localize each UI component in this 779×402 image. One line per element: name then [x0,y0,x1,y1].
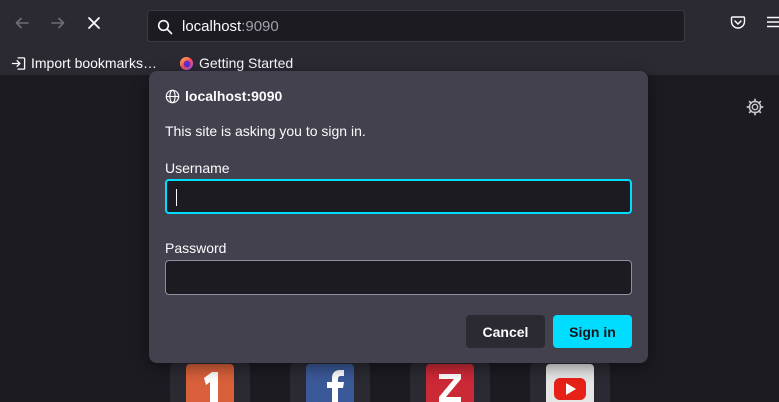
bookmark-label: Import bookmarks… [31,55,158,71]
stop-button[interactable] [81,10,107,36]
youtube-icon [546,364,594,402]
top-site-tile-youtube[interactable] [530,362,610,402]
sign-in-dialog: localhost:9090 This site is asking you t… [149,71,648,363]
bookmark-getting-started[interactable]: Getting Started [179,53,293,73]
arrow-right-icon [51,17,65,29]
search-icon [157,19,173,40]
url-text: localhost:9090 [182,18,279,35]
tile-logo [186,364,234,402]
bookmark-import[interactable]: Import bookmarks… [11,53,157,73]
gear-icon [746,98,764,116]
arrow-left-icon [15,17,29,29]
close-icon [88,17,100,29]
hamburger-menu-icon [767,16,779,28]
dialog-message: This site is asking you to sign in. [165,123,366,139]
password-input[interactable] [165,260,632,295]
url-bar[interactable]: localhost:9090 [147,10,685,42]
dialog-origin-text: localhost:9090 [185,88,283,104]
password-label: Password [165,240,227,256]
username-label: Username [165,160,230,176]
sign-in-button[interactable]: Sign in [553,315,632,348]
globe-icon [165,89,180,104]
username-input[interactable] [165,179,632,214]
forward-button[interactable] [45,10,71,36]
menu-button[interactable] [766,14,779,35]
back-button[interactable] [9,10,35,36]
pocket-icon [730,16,746,29]
firefox-icon [179,56,194,71]
bookmark-label: Getting Started [199,55,294,71]
import-icon [11,56,26,71]
cancel-button[interactable]: Cancel [466,315,545,348]
zotero-icon [426,364,474,402]
dialog-origin: localhost:9090 [165,88,282,104]
top-site-tile-1[interactable] [170,362,250,402]
top-site-tile-facebook[interactable] [290,362,370,402]
settings-button[interactable] [746,98,764,121]
pocket-button[interactable] [730,14,746,35]
url-host: localhost [182,18,242,35]
url-port: :9090 [241,18,279,35]
text-caret [176,189,177,206]
browser-toolbar: localhost:9090 [0,0,779,50]
facebook-icon [306,364,354,402]
top-site-tile-zotero[interactable] [410,362,490,402]
